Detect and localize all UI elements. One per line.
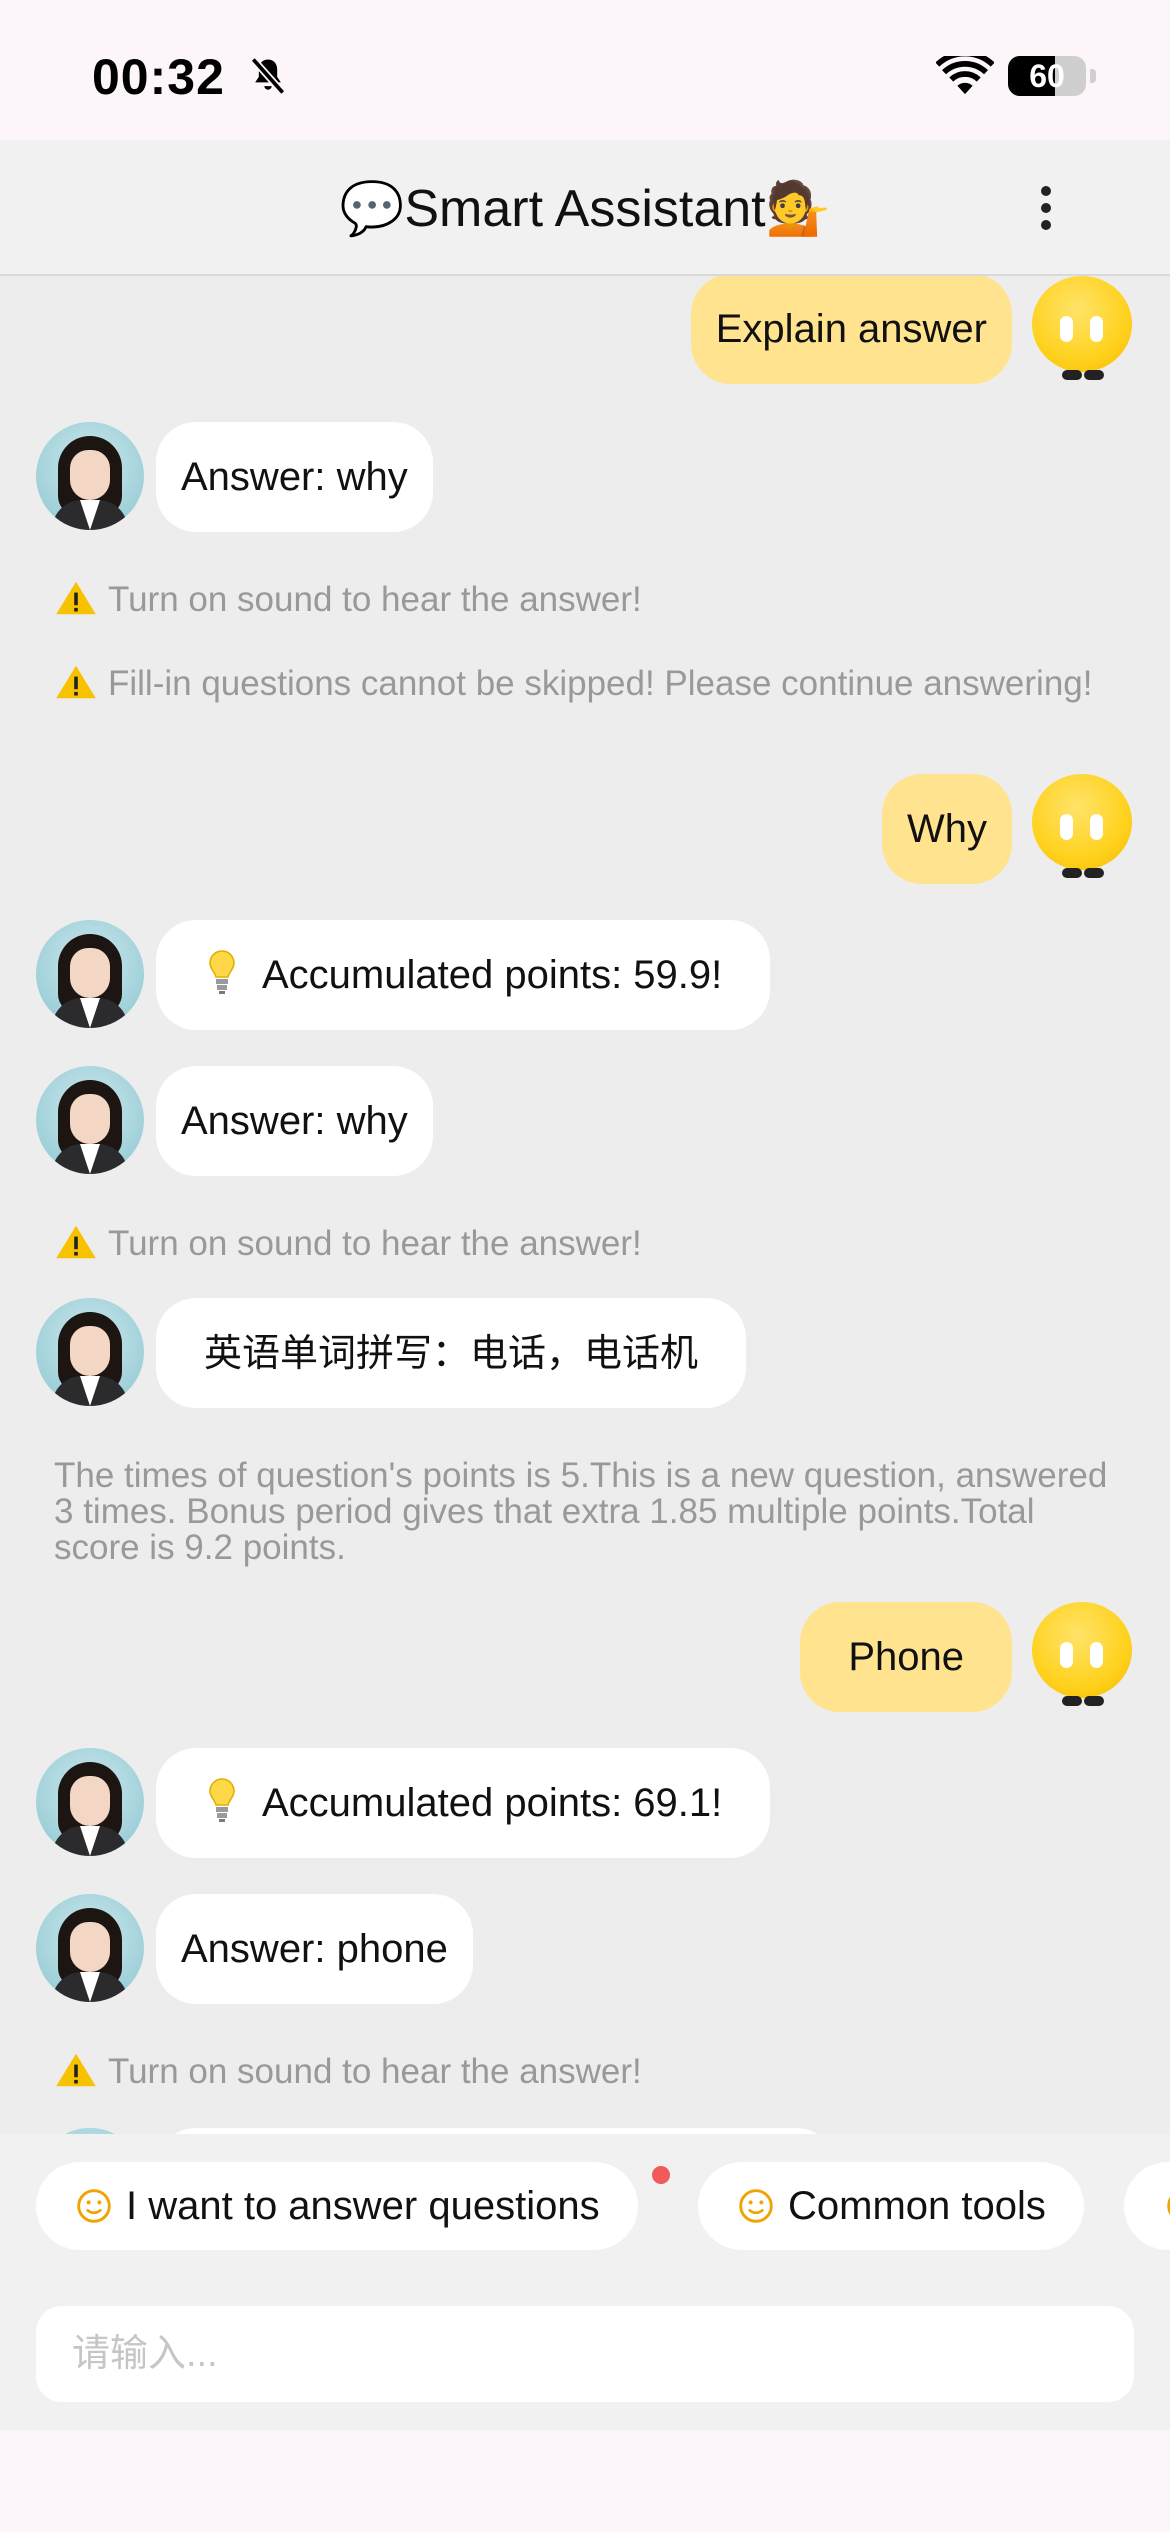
user-avatar[interactable] [1032,774,1132,878]
assistant-bubble[interactable]: Answer: why [156,1066,433,1176]
battery-percent: 60 [1029,58,1065,94]
smiley-icon [739,2189,773,2223]
notification-dot [652,2166,670,2184]
assistant-bubble[interactable]: 英语单词拼写：电话，电话机 [156,1298,747,1408]
user-bubble[interactable]: Explain answer [690,276,1012,384]
score-detail-text: The times of question's points is 5.This… [54,1456,1108,1567]
warning-icon [56,2053,96,2087]
user-bubble[interactable]: Why [882,774,1012,884]
assistant-bubble[interactable]: Accumulated points: 59.9! [156,920,771,1030]
composer-bar [0,2266,1170,2430]
lightbulb-icon [209,950,235,995]
system-notice: Turn on sound to hear the answer! [54,580,1114,618]
assistant-bubble[interactable]: Answer: phone [156,1894,473,2004]
nav-bar: 💬Smart Assistant💁 [0,140,1170,276]
message-input[interactable] [36,2306,1134,2402]
assistant-avatar[interactable] [36,1894,144,2002]
assistant-avatar[interactable] [36,920,144,1028]
smiley-icon [1167,2196,1170,2216]
smiley-icon [77,2189,111,2223]
status-time: 00:32 [92,49,225,105]
user-avatar[interactable] [1032,276,1132,380]
assistant-avatar[interactable] [36,422,144,530]
system-notice: Turn on sound to hear the answer! [54,2052,1114,2090]
common-tools-chip[interactable]: Common tools [698,2162,1084,2250]
quick-actions-bar[interactable]: I want to answer questions Common tools [0,2134,1170,2266]
warning-icon [56,1225,96,1259]
page-title-text: Smart Assistant [404,180,766,238]
user-avatar[interactable] [1032,1602,1132,1706]
wifi-icon [936,56,994,95]
system-notice: Fill-in questions cannot be skipped! Ple… [54,664,1114,702]
user-bubble[interactable]: Phone [800,1602,1012,1712]
warning-icon [56,665,96,699]
home-indicator-area [0,2430,1170,2532]
more-chip-partial[interactable] [1124,2162,1170,2250]
assistant-bubble[interactable]: Answer: why [156,422,433,532]
chat-list[interactable]: Explain answer Answer: why Turn on sound… [0,276,1170,2134]
warning-icon [56,581,96,615]
person-tipping-hand-emoji: 💁 [765,179,831,239]
assistant-avatar[interactable] [36,1298,144,1406]
system-notice: Turn on sound to hear the answer! [54,1224,1114,1262]
assistant-avatar[interactable] [36,1066,144,1174]
assistant-bubble[interactable]: Accumulated points: 69.1! [156,1748,771,1858]
answer-questions-chip[interactable]: I want to answer questions [36,2162,638,2250]
more-options-icon[interactable] [1034,186,1058,242]
bell-muted-icon [250,57,286,95]
lightbulb-icon [209,1778,235,1823]
assistant-avatar[interactable] [36,1748,144,1856]
page-title: 💬Smart Assistant💁 [0,178,1170,239]
battery-indicator: 60 [1008,56,1096,98]
status-bar: 00:32 60 [0,0,1170,140]
speech-bubble-emoji: 💬 [339,179,405,239]
